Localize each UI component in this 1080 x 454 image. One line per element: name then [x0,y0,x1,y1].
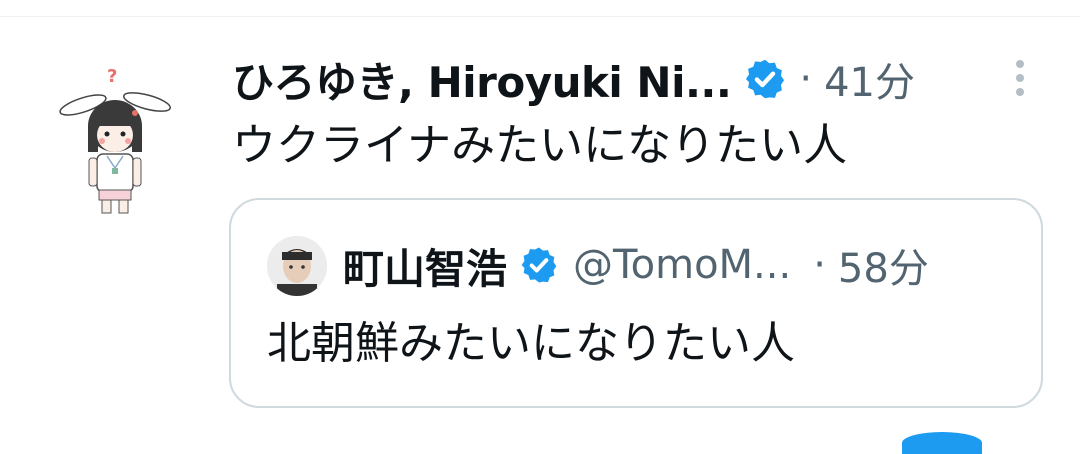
verified-badge-icon [521,247,557,283]
quote-header: 町山智浩 @TomoM... · 58分 [343,234,1043,296]
tweet-time[interactable]: 41分 [824,50,915,108]
tweet-text: ウクライナみたいになりたい人 [232,120,848,171]
separator-dot: · [799,56,813,102]
quote-time[interactable]: 58分 [838,236,929,294]
quote-author-handle[interactable]: @TomoM... [573,242,791,288]
compose-button-edge[interactable] [902,432,982,454]
svg-text:?: ? [107,66,117,87]
more-vertical-icon[interactable] [1009,58,1031,98]
author-avatar[interactable]: ? [55,60,173,215]
author-name[interactable]: ひろゆき, Hiroyuki Ni... [232,49,732,110]
quote-tweet-card[interactable]: 町山智浩 @TomoM... · 58分 北朝鮮みたいになりたい人 [229,198,1043,408]
tweet-header: ひろゆき, Hiroyuki Ni... · 41分 [232,50,1022,108]
top-divider [0,16,1080,17]
quote-author-avatar[interactable] [267,236,327,296]
separator-dot: · [813,242,826,288]
quote-author-name[interactable]: 町山智浩 [343,235,507,295]
verified-badge-icon [746,59,785,99]
quote-text: 北朝鮮みたいになりたい人 [267,318,795,369]
